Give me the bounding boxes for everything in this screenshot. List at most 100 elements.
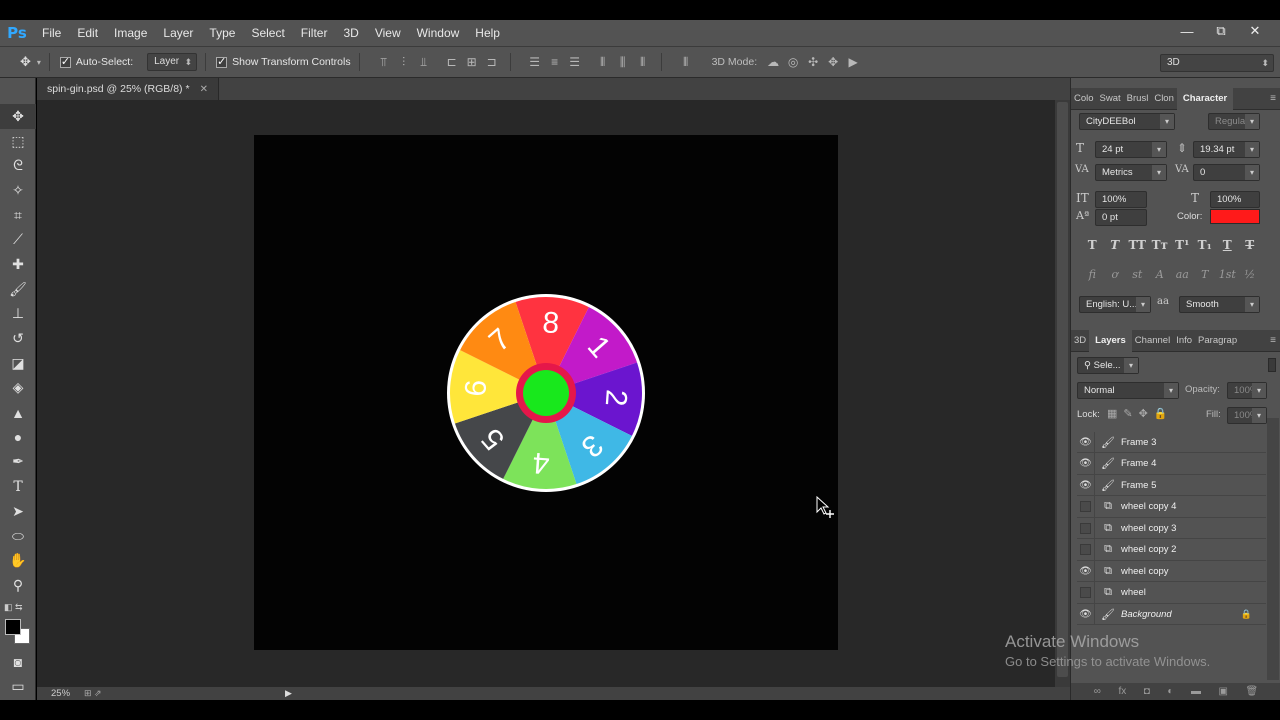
clone-stamp-tool-icon[interactable]: ⊥ [0, 302, 36, 327]
auto-select-target-dropdown[interactable]: Layer [147, 53, 198, 71]
layer-row[interactable]: 👁 🖌 Frame 5 [1077, 474, 1266, 496]
layer-row[interactable]: 👁 🖌 Frame 4 [1077, 453, 1266, 475]
opentype-button-3[interactable]: A [1149, 268, 1172, 281]
close-icon[interactable]: ✕ [200, 84, 208, 95]
vertical-scale-input[interactable]: 100% [1095, 191, 1147, 208]
menu-layer[interactable]: Layer [155, 20, 201, 46]
menu-filter[interactable]: Filter [293, 20, 336, 46]
screen-mode-icon[interactable]: ▭ [0, 674, 36, 699]
menu-help[interactable]: Help [467, 20, 508, 46]
tracking-select[interactable]: 0 [1193, 164, 1260, 181]
minimize-button[interactable]: — [1170, 20, 1204, 42]
type-style-button-4[interactable]: T¹ [1171, 238, 1194, 252]
opentype-button-5[interactable]: T [1194, 268, 1217, 281]
menu-select[interactable]: Select [243, 20, 292, 46]
new-layer-icon[interactable]: ▣ [1219, 686, 1228, 697]
panel-menu-icon[interactable]: ≡ [1270, 88, 1276, 110]
align-left-icon[interactable]: ⊏ [442, 52, 462, 72]
vertical-scrollbar[interactable] [1055, 100, 1070, 687]
add-mask-icon[interactable]: ◘ [1144, 686, 1150, 697]
distribute-hcenter-icon[interactable]: ⫼ [613, 52, 633, 72]
document-tab[interactable]: spin-gin.psd @ 25% (RGB/8) * ✕ [37, 78, 219, 100]
3d-orbit-icon[interactable]: ☁ [763, 52, 783, 72]
tab-clone-source[interactable]: Clon [1151, 88, 1177, 110]
scrollbar-thumb[interactable] [1057, 102, 1068, 677]
doc-info-icon[interactable]: ⊞ ⇗ [84, 688, 102, 699]
distribute-right-icon[interactable]: ⦀ [633, 52, 653, 72]
status-menu-arrow-icon[interactable]: ▶ [285, 688, 292, 699]
type-style-button-7[interactable]: T [1239, 238, 1262, 252]
visibility-eye-icon[interactable] [1077, 539, 1095, 560]
quick-mask-icon[interactable]: ◙ [0, 650, 36, 675]
3d-scale-icon[interactable]: ▶ [843, 52, 863, 72]
eraser-tool-icon[interactable]: ◪ [0, 351, 36, 376]
lock-options-icon[interactable]: ▦✎✥🔒 [1107, 407, 1174, 420]
menu-image[interactable]: Image [106, 20, 155, 46]
lasso-tool-icon[interactable]: ᘓ [0, 153, 36, 178]
3d-slide-icon[interactable]: ✥ [823, 52, 843, 72]
menu-edit[interactable]: Edit [69, 20, 106, 46]
type-tool-icon[interactable]: T [0, 474, 36, 499]
tab-character[interactable]: Character [1176, 87, 1234, 110]
visibility-eye-icon[interactable]: 👁 [1077, 560, 1095, 582]
distribute-bottom-icon[interactable]: ☰ [565, 52, 585, 72]
menu-window[interactable]: Window [409, 20, 468, 46]
history-brush-tool-icon[interactable]: ↺ [0, 326, 36, 351]
delete-layer-icon[interactable]: 🗑 [1246, 686, 1259, 697]
layer-row[interactable]: ⧉ wheel copy 3 [1077, 517, 1266, 539]
layer-row[interactable]: ⧉ wheel copy 2 [1077, 539, 1266, 561]
menu-file[interactable]: File [34, 20, 69, 46]
visibility-eye-icon[interactable]: 👁 [1077, 603, 1095, 625]
crop-tool-icon[interactable]: ⌗ [0, 203, 36, 228]
layer-row[interactable]: 👁 🖌 Frame 3 [1077, 431, 1266, 453]
text-color-swatch[interactable] [1210, 209, 1260, 224]
layer-row[interactable]: ⧉ wheel copy 4 [1077, 496, 1266, 518]
eyedropper-tool-icon[interactable]: ⟋ [0, 227, 36, 252]
type-style-button-2[interactable]: TT [1126, 238, 1149, 252]
menu-3d[interactable]: 3D [335, 20, 366, 46]
marquee-tool-icon[interactable]: ⬚ [0, 129, 36, 154]
3d-drag-icon[interactable]: ✣ [803, 52, 823, 72]
3d-roll-icon[interactable]: ◎ [783, 52, 803, 72]
layer-row[interactable]: ⧉ wheel [1077, 582, 1266, 604]
panel-menu-icon[interactable]: ≡ [1270, 330, 1276, 352]
document-canvas[interactable]: 81234567 [254, 135, 838, 650]
type-style-button-1[interactable]: T [1104, 238, 1127, 252]
distribute-vcenter-icon[interactable]: ≡ [545, 52, 565, 72]
zoom-level[interactable]: 25% [51, 688, 70, 699]
pen-tool-icon[interactable]: ✒ [0, 450, 36, 475]
opentype-button-0[interactable]: fi [1081, 268, 1104, 281]
visibility-eye-icon[interactable] [1077, 582, 1095, 603]
foreground-color-swatch[interactable] [5, 619, 21, 635]
distribute-left-icon[interactable]: ⦀ [593, 52, 613, 72]
tab-channels[interactable]: Channel [1132, 330, 1173, 352]
auto-select-checkbox[interactable] [59, 55, 71, 68]
filter-toggle[interactable] [1268, 358, 1276, 372]
blur-tool-icon[interactable]: ▲ [0, 400, 36, 425]
align-vcenter-icon[interactable]: ⫶ [394, 52, 414, 72]
workspace-dropdown[interactable]: 3D [1160, 54, 1274, 72]
type-style-button-3[interactable]: Tт [1149, 238, 1172, 252]
visibility-eye-icon[interactable] [1077, 496, 1095, 517]
font-style-select[interactable]: Regular [1208, 113, 1260, 130]
visibility-eye-icon[interactable]: 👁 [1077, 431, 1095, 453]
tab-info[interactable]: Info [1173, 330, 1195, 352]
antialias-select[interactable]: Smooth [1179, 296, 1260, 313]
layer-row[interactable]: 👁 🖌 Background 🔒 [1077, 603, 1266, 625]
type-style-button-6[interactable]: T [1216, 238, 1239, 252]
tab-layers[interactable]: Layers [1089, 329, 1132, 352]
healing-brush-tool-icon[interactable]: ✚ [0, 252, 36, 277]
menu-view[interactable]: View [367, 20, 409, 46]
restore-button[interactable]: ⧉ [1204, 20, 1238, 42]
blend-mode-select[interactable]: Normal [1077, 382, 1179, 399]
tab-paragraph[interactable]: Paragrap [1195, 330, 1240, 352]
default-colors-icon[interactable]: ◧ ⇆ [4, 602, 23, 613]
move-tool-icon[interactable]: ✥ [0, 104, 36, 129]
ellipse-tool-icon[interactable]: ⬭ [0, 524, 36, 549]
opentype-button-4[interactable]: aa [1171, 268, 1194, 281]
kerning-select[interactable]: Metrics [1095, 164, 1167, 181]
align-bottom-icon[interactable]: ⫫ [414, 52, 434, 72]
color-swatches[interactable] [4, 618, 34, 648]
auto-select-option[interactable]: Auto-Select: [59, 55, 133, 68]
opentype-button-2[interactable]: st [1126, 268, 1149, 281]
